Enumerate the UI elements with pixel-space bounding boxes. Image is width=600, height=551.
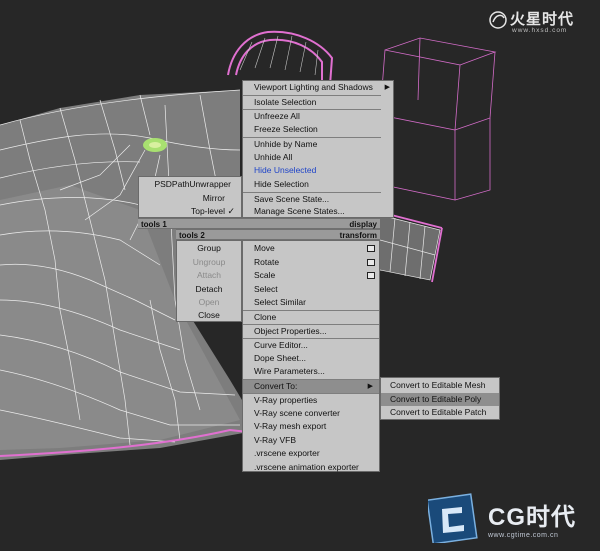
- quad-header-top: tools 1 display: [138, 218, 380, 229]
- menu-item-top-level[interactable]: Top-level ✓: [139, 205, 241, 219]
- submenu-arrow-icon: ▶: [384, 84, 390, 91]
- menu-item-unfreeze-all[interactable]: Unfreeze All: [243, 109, 381, 123]
- menu-item-psdpathunwrapper[interactable]: PSDPathUnwrapper: [139, 178, 241, 192]
- menu-item-select-similar[interactable]: Select Similar: [243, 296, 379, 310]
- menu-item-group[interactable]: Group: [177, 242, 241, 256]
- menu-item-dope-sheet[interactable]: Dope Sheet...: [243, 352, 379, 366]
- menu-item-vray-scene-converter[interactable]: V-Ray scene converter: [243, 407, 379, 421]
- watermark-bottom-url: www.cgtime.com.cn: [488, 532, 559, 539]
- menu-item-unhide-all[interactable]: Unhide All: [243, 151, 381, 165]
- menu-item-move-label: Move: [254, 243, 275, 253]
- watermark-top-url: www.hxsd.com: [512, 27, 568, 34]
- menu-item-freeze-selection[interactable]: Freeze Selection: [243, 123, 381, 137]
- menu-item-object-properties[interactable]: Object Properties...: [243, 324, 379, 338]
- 3d-viewport[interactable]: 火星时代 www.hxsd.com PSDPathUnwrapper Mirro…: [0, 0, 600, 551]
- menu-item-convert-editable-mesh[interactable]: Convert to Editable Mesh: [381, 379, 499, 393]
- menu-item-wire-parameters[interactable]: Wire Parameters...: [243, 365, 379, 379]
- quad-menu-right-top: Viewport Lighting and Shadows ▶ Isolate …: [242, 80, 394, 218]
- submenu-arrow-icon: ▶: [367, 383, 373, 390]
- watermark-top-brand: 火星时代: [510, 11, 575, 28]
- menu-item-convert-editable-patch[interactable]: Convert to Editable Patch: [381, 406, 499, 420]
- menu-item-convert-to-label: Convert To:: [254, 381, 298, 391]
- menu-item-isolate-selection[interactable]: Isolate Selection: [243, 95, 381, 109]
- settings-box-icon[interactable]: [367, 258, 375, 266]
- quad-menu-left-bottom: Group Ungroup Attach Detach Open Close: [176, 240, 242, 322]
- menu-item-hide-unselected[interactable]: Hide Unselected: [243, 164, 381, 178]
- quad-menu-left-top: PSDPathUnwrapper Mirror Top-level ✓: [138, 176, 242, 218]
- menu-item-vray-mesh-export[interactable]: V-Ray mesh export: [243, 420, 379, 434]
- menu-item-move[interactable]: Move: [243, 242, 379, 256]
- menu-item-rotate[interactable]: Rotate: [243, 256, 379, 270]
- chair-wireframe: [227, 30, 334, 86]
- menu-item-viewport-lighting-label: Viewport Lighting and Shadows: [254, 82, 373, 92]
- menu-item-ungroup[interactable]: Ungroup: [177, 256, 241, 270]
- menu-item-curve-editor[interactable]: Curve Editor...: [243, 338, 379, 352]
- menu-item-convert-to[interactable]: Convert To: ▶: [243, 379, 379, 393]
- convert-to-submenu: Convert to Editable Mesh Convert to Edit…: [380, 377, 500, 420]
- menu-item-unhide-by-name[interactable]: Unhide by Name: [243, 137, 381, 151]
- watermark-bottom: CG时代 www.cgtime.com.cn: [428, 493, 596, 545]
- menu-item-scale[interactable]: Scale: [243, 269, 379, 283]
- menu-item-rotate-label: Rotate: [254, 256, 280, 267]
- checkmark-icon: ✓: [227, 206, 235, 216]
- menu-item-vray-properties[interactable]: V-Ray properties: [243, 393, 379, 407]
- hxsd-logo-icon: [489, 11, 507, 29]
- watermark-top: 火星时代 www.hxsd.com: [488, 8, 594, 40]
- pink-box-wireframe: [379, 37, 497, 201]
- menu-item-save-scene-state[interactable]: Save Scene State...: [243, 192, 381, 206]
- menu-item-convert-editable-poly[interactable]: Convert to Editable Poly: [381, 392, 499, 406]
- menu-item-viewport-lighting[interactable]: Viewport Lighting and Shadows ▶: [243, 81, 393, 95]
- settings-box-icon[interactable]: [367, 272, 375, 279]
- menu-item-hide-selection[interactable]: Hide Selection: [243, 178, 381, 192]
- settings-box-icon[interactable]: [367, 245, 375, 252]
- menu-item-detach[interactable]: Detach: [177, 283, 241, 297]
- menu-item-vray-vfb[interactable]: V-Ray VFB: [243, 434, 379, 448]
- menu-item-vrscene-animation-exporter[interactable]: .vrscene animation exporter: [243, 461, 379, 475]
- menu-item-scale-label: Scale: [254, 270, 276, 280]
- quad-menu-right-bottom: Move Rotate Scale Select Select Similar …: [242, 240, 380, 472]
- quad-label-tools-1: tools 1: [141, 220, 167, 229]
- menu-item-attach[interactable]: Attach: [177, 269, 241, 283]
- menu-item-select[interactable]: Select: [243, 283, 379, 297]
- menu-item-close[interactable]: Close: [177, 309, 241, 323]
- menu-item-vrscene-exporter[interactable]: .vrscene exporter: [243, 447, 379, 461]
- menu-item-open[interactable]: Open: [177, 296, 241, 310]
- menu-item-mirror[interactable]: Mirror: [139, 192, 241, 206]
- cgtime-logo-icon: [428, 493, 478, 543]
- menu-item-manage-scene-states[interactable]: Manage Scene States...: [243, 205, 381, 219]
- menu-item-top-level-label: Top-level: [190, 206, 225, 216]
- menu-item-clone[interactable]: Clone: [243, 310, 379, 324]
- watermark-bottom-brand: CG时代: [488, 504, 576, 531]
- quad-header-bottom: tools 2 transform: [176, 229, 380, 240]
